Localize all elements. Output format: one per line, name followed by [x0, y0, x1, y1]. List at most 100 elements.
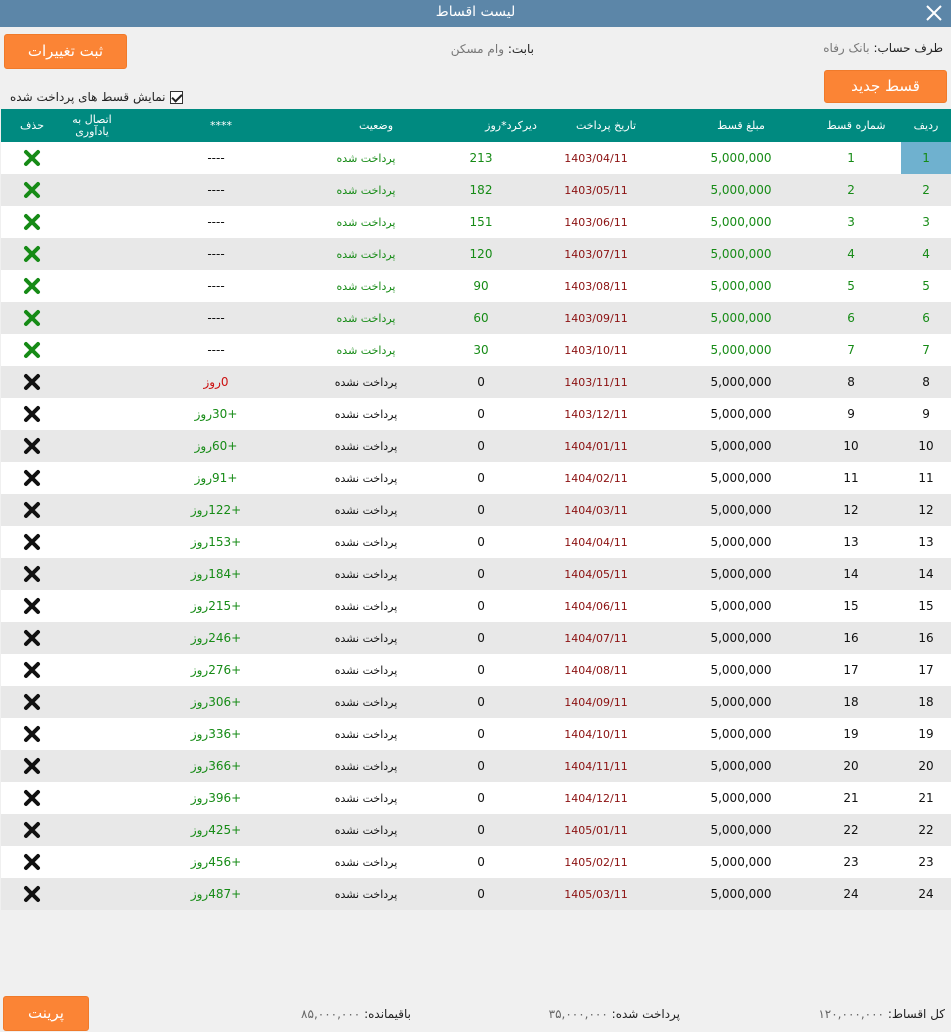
cell-rem: +336روز [190, 727, 242, 741]
show-paid-toggle[interactable]: نمایش قسط های پرداخت شده [10, 89, 183, 105]
delete-icon[interactable] [9, 302, 55, 334]
table-row[interactable]: 14 14 5,000,000 1404/05/11 0 پرداخت نشده +184ر… [1, 558, 951, 590]
cell-idx[interactable]: 24 [901, 878, 951, 910]
cell-date: 1404/08/11 [564, 663, 628, 677]
delete-icon[interactable] [9, 494, 55, 526]
cell-idx[interactable]: 9 [901, 398, 951, 430]
cell-idx[interactable]: 13 [901, 526, 951, 558]
cell-date: 1403/08/11 [564, 279, 628, 293]
cell-idx[interactable]: 18 [901, 686, 951, 718]
cell-idx[interactable]: 4 [901, 238, 951, 270]
delete-icon[interactable] [9, 558, 55, 590]
delete-icon[interactable] [9, 238, 55, 270]
cell-status: پرداخت نشده [334, 823, 398, 837]
footer: پرینت باقیمانده: ۸۵,۰۰۰,۰۰۰ پرداخت شده: … [0, 993, 951, 1032]
show-paid-checkbox[interactable] [169, 90, 183, 104]
table-row[interactable]: 18 18 5,000,000 1404/09/11 0 پرداخت نشده +306ر… [1, 686, 951, 718]
cell-idx[interactable]: 6 [901, 302, 951, 334]
table-row[interactable]: 4 4 5,000,000 1403/07/11 120 پرداخت شده ---- [1, 238, 951, 270]
delete-icon[interactable] [9, 622, 55, 654]
table-row[interactable]: 15 15 5,000,000 1404/06/11 0 پرداخت نشده +215ر… [1, 590, 951, 622]
cell-idx[interactable]: 3 [901, 206, 951, 238]
cell-idx[interactable]: 10 [901, 430, 951, 462]
paid-label: پرداخت شده: [611, 1007, 680, 1021]
delete-icon[interactable] [9, 142, 55, 174]
delete-icon[interactable] [9, 782, 55, 814]
table-row[interactable]: 6 6 5,000,000 1403/09/11 60 پرداخت شده ---- [1, 302, 951, 334]
delete-icon[interactable] [9, 590, 55, 622]
cell-status: پرداخت نشده [334, 855, 398, 869]
table-row[interactable]: 17 17 5,000,000 1404/08/11 0 پرداخت نشده +276ر… [1, 654, 951, 686]
cell-status: پرداخت نشده [334, 471, 398, 485]
cell-rem: +366روز [190, 759, 242, 773]
table-row[interactable]: 2 2 5,000,000 1403/05/11 182 پرداخت شده ---- [1, 174, 951, 206]
cell-num: 16 [843, 631, 859, 645]
table-row[interactable]: 23 23 5,000,000 1405/02/11 0 پرداخت نشده +456ر… [1, 846, 951, 878]
cell-idx[interactable]: 22 [901, 814, 951, 846]
table-row[interactable]: 21 21 5,000,000 1404/12/11 0 پرداخت نشده +396ر… [1, 782, 951, 814]
delete-icon[interactable] [9, 334, 55, 366]
table-row[interactable]: 1 1 5,000,000 1403/04/11 213 پرداخت شده ---- [1, 142, 951, 174]
cell-delay: 90 [473, 279, 489, 293]
save-changes-button[interactable]: ثبت تغییرات [4, 34, 127, 69]
cell-date: 1404/01/11 [564, 439, 628, 453]
cell-amount: 5,000,000 [710, 599, 772, 613]
cell-rem: ---- [207, 215, 225, 229]
delete-icon[interactable] [9, 430, 55, 462]
cell-idx[interactable]: 1 [901, 142, 951, 174]
delete-icon[interactable] [9, 366, 55, 398]
cell-idx[interactable]: 23 [901, 846, 951, 878]
table-row[interactable]: 24 24 5,000,000 1405/03/11 0 پرداخت نشده +487ر… [1, 878, 951, 910]
table-row[interactable]: 12 12 5,000,000 1404/03/11 0 پرداخت نشده +122ر… [1, 494, 951, 526]
cell-idx[interactable]: 20 [901, 750, 951, 782]
table-row[interactable]: 9 9 5,000,000 1403/12/11 0 پرداخت نشده +30روز [1, 398, 951, 430]
window-title: لیست اقساط [435, 4, 516, 20]
delete-icon[interactable] [9, 462, 55, 494]
delete-icon[interactable] [9, 654, 55, 686]
delete-icon[interactable] [9, 270, 55, 302]
cell-delay: 0 [477, 631, 485, 645]
cell-rem: +30روز [194, 407, 238, 421]
cell-idx[interactable]: 7 [901, 334, 951, 366]
delete-icon[interactable] [9, 526, 55, 558]
close-icon[interactable] [923, 2, 945, 24]
cell-status: پرداخت نشده [334, 375, 398, 389]
cell-idx[interactable]: 11 [901, 462, 951, 494]
cell-idx[interactable]: 16 [901, 622, 951, 654]
delete-icon[interactable] [9, 750, 55, 782]
table-row[interactable]: 16 16 5,000,000 1404/07/11 0 پرداخت نشده +246ر… [1, 622, 951, 654]
delete-icon[interactable] [9, 398, 55, 430]
cell-idx[interactable]: 19 [901, 718, 951, 750]
delete-icon[interactable] [9, 206, 55, 238]
cell-idx[interactable]: 12 [901, 494, 951, 526]
cell-idx[interactable]: 8 [901, 366, 951, 398]
cell-idx[interactable]: 21 [901, 782, 951, 814]
table-row[interactable]: 11 11 5,000,000 1404/02/11 0 پرداخت نشده +91رو… [1, 462, 951, 494]
table-row[interactable]: 7 7 5,000,000 1403/10/11 30 پرداخت شده ---- [1, 334, 951, 366]
table-row[interactable]: 22 22 5,000,000 1405/01/11 0 پرداخت نشده +425ر… [1, 814, 951, 846]
table-row[interactable]: 10 10 5,000,000 1404/01/11 0 پرداخت نشده +60رو… [1, 430, 951, 462]
delete-icon[interactable] [9, 814, 55, 846]
cell-status: پرداخت نشده [334, 791, 398, 805]
cell-num: 12 [843, 503, 859, 517]
cell-idx[interactable]: 5 [901, 270, 951, 302]
cell-amount: 5,000,000 [710, 823, 772, 837]
table-row[interactable]: 13 13 5,000,000 1404/04/11 0 پرداخت نشده +153ر… [1, 526, 951, 558]
print-button[interactable]: پرینت [3, 996, 89, 1031]
table-row[interactable]: 20 20 5,000,000 1404/11/11 0 پرداخت نشده +366ر… [1, 750, 951, 782]
table-row[interactable]: 3 3 5,000,000 1403/06/11 151 پرداخت شده ---- [1, 206, 951, 238]
delete-icon[interactable] [9, 846, 55, 878]
cell-idx[interactable]: 14 [901, 558, 951, 590]
delete-icon[interactable] [9, 718, 55, 750]
new-installment-button[interactable]: قسط جدید [824, 70, 947, 103]
table-row[interactable]: 5 5 5,000,000 1403/08/11 90 پرداخت شده ---- [1, 270, 951, 302]
delete-icon[interactable] [9, 686, 55, 718]
cell-idx[interactable]: 17 [901, 654, 951, 686]
cell-idx[interactable]: 2 [901, 174, 951, 206]
table-row[interactable]: 8 8 5,000,000 1403/11/11 0 پرداخت نشده 0روز [1, 366, 951, 398]
delete-icon[interactable] [9, 878, 55, 910]
cell-idx[interactable]: 15 [901, 590, 951, 622]
table-row[interactable]: 19 19 5,000,000 1404/10/11 0 پرداخت نشده +336ر… [1, 718, 951, 750]
cell-rem: +153روز [190, 535, 242, 549]
delete-icon[interactable] [9, 174, 55, 206]
